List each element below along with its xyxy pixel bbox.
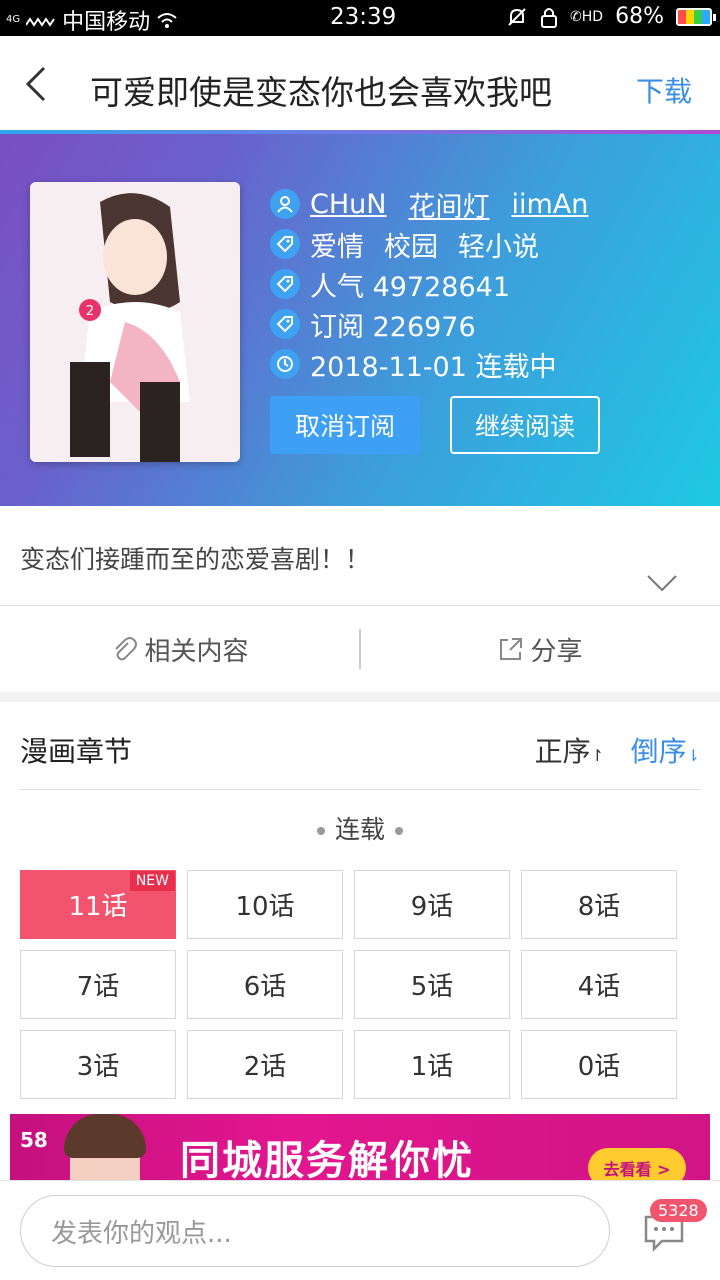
unsubscribe-button[interactable]: 取消订阅 (270, 396, 420, 454)
paperclip-icon (115, 637, 138, 661)
chapter-button[interactable]: 1话 (354, 1030, 510, 1099)
chapter-grid: 11话 NEW 10话 9话 8话 7话 6话 5话 4话 3话 2话 1话 0… (20, 870, 680, 1099)
new-badge: NEW (129, 871, 175, 891)
chapter-section-title: 漫画章节 (20, 735, 133, 768)
download-button[interactable]: 下载 (636, 70, 692, 110)
update-row: 2018-11-01 连载中 (270, 344, 600, 384)
carrier-name: 中国移动 (62, 10, 151, 35)
continue-reading-button[interactable]: 继续阅读 (450, 396, 600, 454)
genre-tag[interactable]: 轻小说 (458, 225, 539, 264)
author-link[interactable]: CHuN (310, 189, 386, 220)
comic-meta: CHuN 花间灯 iimAn 爱情 校园 轻小说 人气 49728641 订阅 … (270, 184, 600, 384)
chapter-button[interactable]: 10话 (187, 870, 343, 939)
chapter-button[interactable]: 6话 (187, 950, 343, 1019)
user-icon (270, 189, 300, 219)
author-link[interactable]: 花间灯 (408, 185, 489, 224)
comic-description: 变态们接踵而至的恋爱喜剧！！ (20, 545, 371, 574)
subscription-count: 订阅 226976 (310, 311, 476, 343)
chapter-button[interactable]: 9话 (354, 870, 510, 939)
clock-icon (270, 349, 300, 379)
bullet-dot (395, 827, 403, 835)
ad-cta-button[interactable]: 去看看 > (588, 1148, 686, 1184)
battery-percent: 68% (615, 4, 664, 29)
back-arrow-icon[interactable] (20, 64, 60, 104)
related-content-label: 相关内容 (144, 636, 249, 667)
status-bar: 4G 中国移动 23:39 ✆HD 68% (0, 0, 720, 36)
bell-muted-icon (508, 7, 526, 26)
comment-bar: 发表你的观点... 5328 (0, 1180, 720, 1280)
chapter-button[interactable]: 3话 (20, 1030, 176, 1099)
wifi-icon (157, 13, 177, 28)
comment-count-badge: 5328 (650, 1199, 707, 1222)
action-bar: 相关内容 分享 (0, 606, 720, 692)
comment-input[interactable]: 发表你的观点... (20, 1195, 610, 1267)
ad-headline: 同城服务解你忧 (180, 1138, 474, 1184)
related-content-button[interactable]: 相关内容 (0, 631, 359, 668)
chapter-button[interactable]: 7话 (20, 950, 176, 1019)
signal-icon (26, 17, 55, 27)
genre-tag[interactable]: 校园 (384, 225, 438, 264)
ad-banner[interactable]: 58 同城服务解你忧 去看看 > (10, 1114, 710, 1184)
popularity-row: 人气 49728641 (270, 264, 600, 304)
clock: 23:39 (330, 4, 397, 30)
chapter-button[interactable]: 4话 (521, 950, 677, 1019)
chevron-down-icon[interactable] (644, 570, 680, 594)
update-status: 2018-11-01 连载中 (310, 351, 557, 383)
network-type: 4G (6, 14, 21, 25)
hd-call-icon: ✆HD (570, 8, 604, 25)
cover-illustration: 2 (30, 182, 240, 462)
author-link[interactable]: iimAn (511, 189, 588, 220)
chapter-group-label: 连载 (0, 810, 720, 846)
chapter-button[interactable]: 8话 (521, 870, 677, 939)
chapter-button[interactable]: 11话 NEW (20, 870, 176, 939)
share-icon (500, 638, 523, 660)
genre-tag[interactable]: 爱情 (310, 225, 364, 264)
section-separator (0, 692, 720, 702)
share-button[interactable]: 分享 (361, 631, 720, 668)
tags-row: 爱情 校园 轻小说 (270, 224, 600, 264)
tag-icon (270, 229, 300, 259)
ad-logo: 58 (20, 1128, 48, 1152)
comic-info-banner: 2 CHuN 花间灯 iimAn 爱情 校园 轻小说 人气 49728641 订… (0, 134, 720, 506)
lock-icon (541, 7, 558, 28)
battery-icon (676, 7, 716, 26)
chapter-button[interactable]: 2话 (187, 1030, 343, 1099)
top-nav-bar: 可爱即使是变态你也会喜欢我吧 下载 (0, 36, 720, 132)
share-label: 分享 (530, 636, 583, 667)
ad-model-image (64, 1114, 146, 1184)
subscription-row: 订阅 226976 (270, 304, 600, 344)
chapter-button[interactable]: 0话 (521, 1030, 677, 1099)
tag-icon (270, 269, 300, 299)
sort-ascending-button[interactable]: 正序↾ (535, 730, 604, 770)
comic-cover-image[interactable]: 2 (30, 182, 240, 462)
svg-text:2: 2 (86, 304, 94, 319)
page-title: 可爱即使是变态你也会喜欢我吧 (90, 73, 552, 112)
popularity-count: 人气 49728641 (310, 271, 511, 303)
chapter-list-header: 漫画章节 正序↾ 倒序⇂ (20, 702, 700, 790)
authors-row: CHuN 花间灯 iimAn (270, 184, 600, 224)
chapter-button[interactable]: 5话 (354, 950, 510, 1019)
tag-icon (270, 309, 300, 339)
sort-descending-button[interactable]: 倒序⇂ (631, 730, 700, 770)
bullet-dot (316, 827, 325, 835)
description-section: 变态们接踵而至的恋爱喜剧！！ (0, 506, 720, 606)
